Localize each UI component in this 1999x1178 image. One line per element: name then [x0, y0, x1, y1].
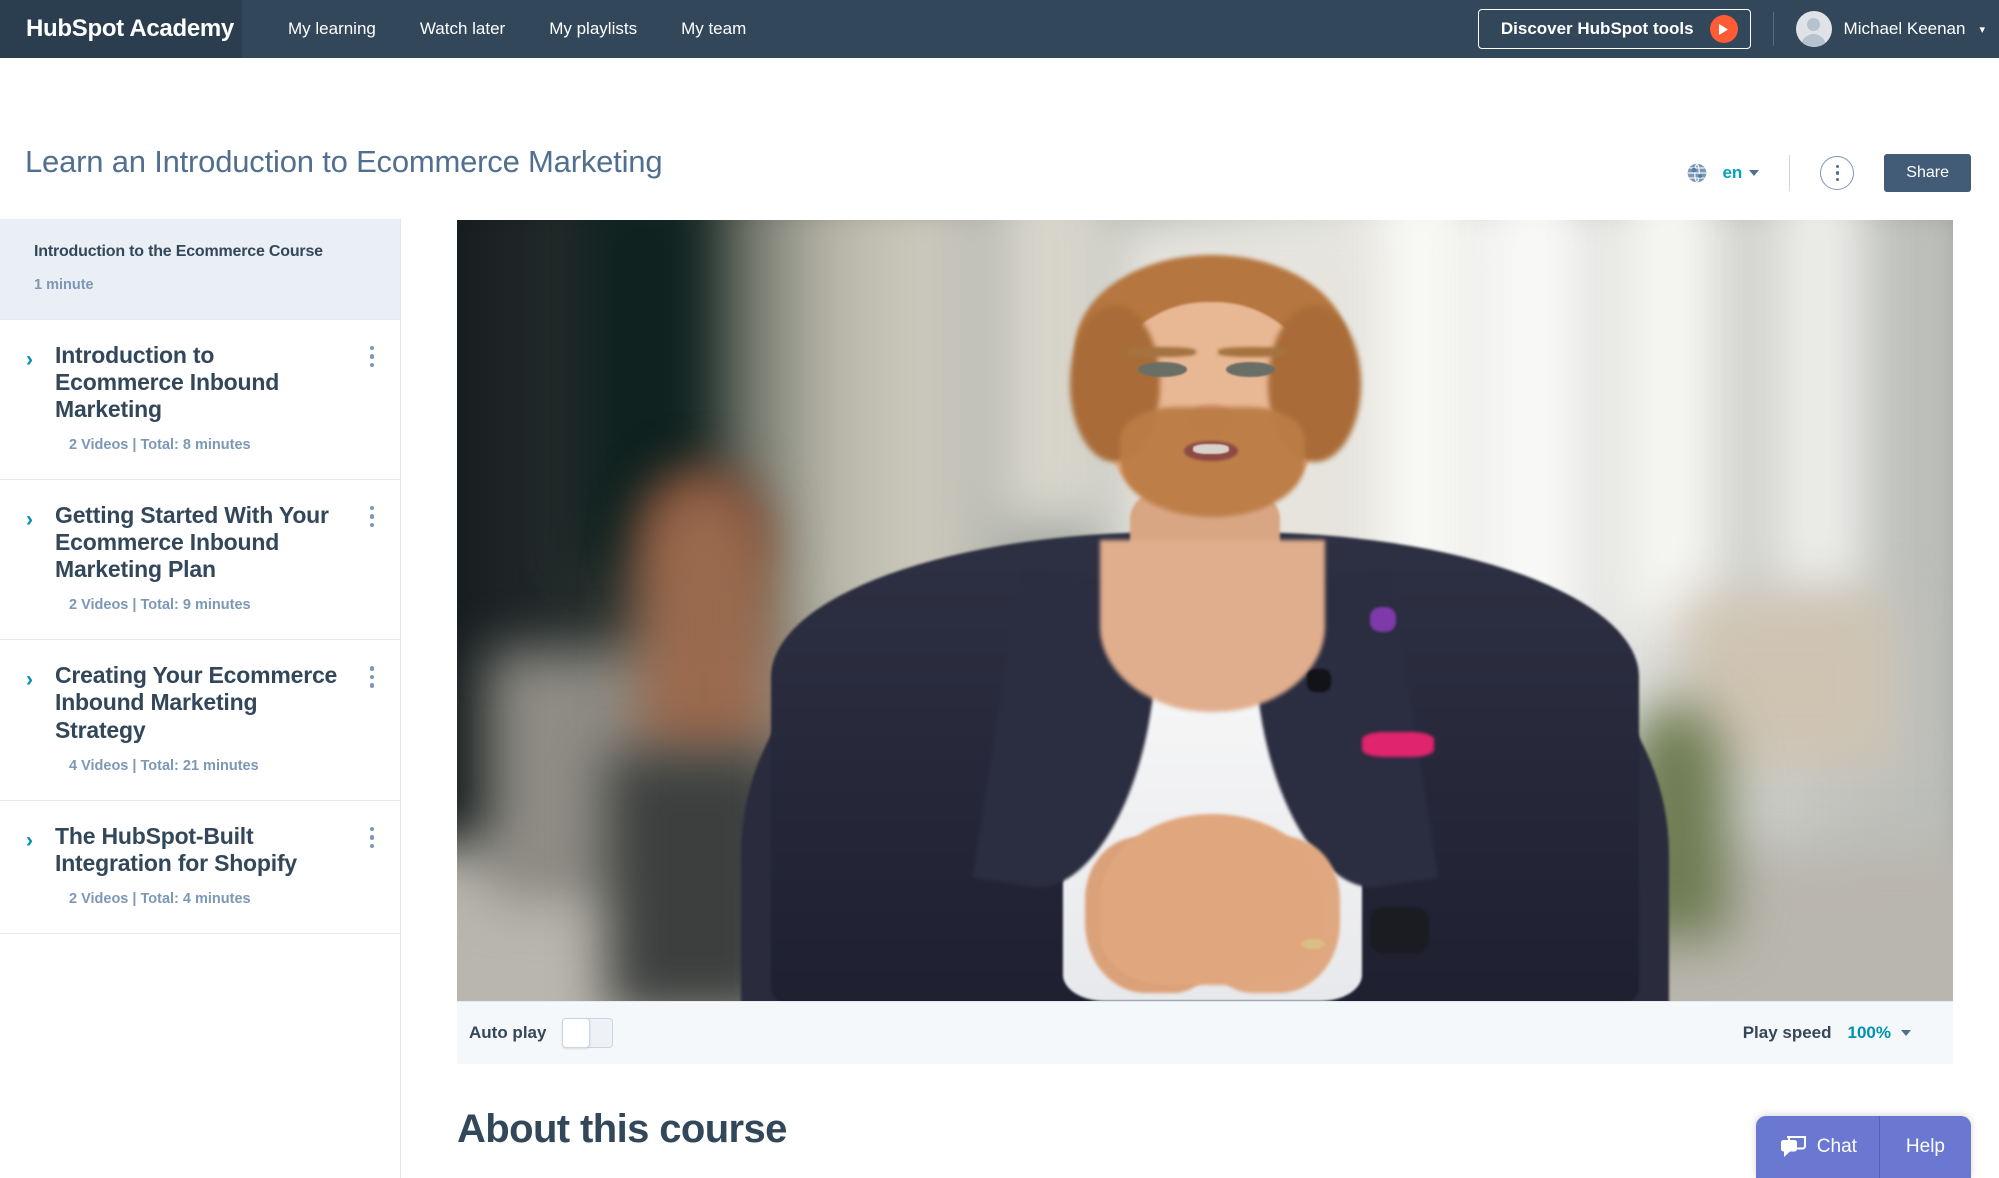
chat-button[interactable]: Chat — [1756, 1116, 1879, 1178]
sidebar-item-getting-started-plan[interactable]: › Getting Started With Your Ecommerce In… — [0, 479, 400, 641]
globe-icon[interactable] — [1686, 162, 1708, 184]
video-frame-image — [457, 220, 1953, 1001]
main-content: Auto play Play speed 100% About this cou… — [402, 219, 1999, 1178]
nav-item-my-playlists[interactable]: My playlists — [527, 0, 659, 58]
play-circle-icon — [1709, 15, 1738, 43]
sidebar-item-title: Creating Your Ecommerce Inbound Marketin… — [55, 662, 338, 743]
sidebar-item-title: The HubSpot-Built Integration for Shopif… — [55, 822, 297, 876]
chevron-down-icon: ▾ — [1979, 23, 1985, 36]
sidebar-item-title: Introduction to the Ecommerce Course — [34, 243, 323, 260]
caret-down-icon[interactable] — [1901, 1030, 1911, 1036]
sidebar-item-hubspot-shopify-integration[interactable]: › The HubSpot-Built Integration for Shop… — [0, 800, 400, 934]
share-button[interactable]: Share — [1884, 154, 1971, 192]
header-divider — [1789, 155, 1791, 191]
user-name-label: Michael Keenan — [1843, 19, 1966, 38]
chevron-right-icon[interactable]: › — [26, 830, 33, 851]
course-lesson-sidebar[interactable]: Introduction to the Ecommerce Course 1 m… — [0, 219, 401, 1178]
presenter-figure — [457, 220, 1953, 1001]
play-speed-label: Play speed — [1742, 1023, 1832, 1042]
language-selector-label[interactable]: en — [1722, 163, 1742, 183]
sidebar-item-meta: 1 minute — [34, 276, 94, 293]
sidebar-item-meta: 2 Videos | Total: 8 minutes — [69, 436, 251, 453]
player-control-bar: Auto play Play speed 100% — [457, 1001, 1953, 1064]
play-speed-control[interactable]: Play speed 100% — [1743, 1023, 1911, 1043]
nav-item-my-learning[interactable]: My learning — [266, 0, 398, 58]
kebab-menu-icon[interactable] — [369, 505, 374, 528]
autoplay-toggle[interactable] — [562, 1018, 614, 1048]
toggle-knob — [562, 1018, 591, 1048]
about-this-course-heading: About this course — [457, 1107, 787, 1151]
nav-right-group: Discover HubSpot tools Michael Keenan ▾ — [1477, 0, 1999, 58]
sidebar-item-title: Getting Started With Your Ecommerce Inbo… — [55, 501, 329, 583]
sidebar-item-intro-ecommerce-course[interactable]: Introduction to the Ecommerce Course 1 m… — [0, 219, 400, 320]
page-title: Learn an Introduction to Ecommerce Marke… — [25, 144, 663, 179]
nav-item-my-team[interactable]: My team — [659, 0, 768, 58]
sidebar-item-intro-ecommerce-inbound-marketing[interactable]: › Introduction to Ecommerce Inbound Mark… — [0, 319, 400, 480]
chat-label: Chat — [1816, 1136, 1857, 1157]
autoplay-control[interactable]: Auto play — [469, 1018, 614, 1048]
user-menu[interactable]: Michael Keenan ▾ — [1795, 11, 1985, 47]
chevron-right-icon[interactable]: › — [26, 509, 33, 530]
kebab-menu-icon[interactable] — [369, 345, 374, 368]
caret-down-icon[interactable] — [1749, 170, 1760, 176]
logo-text: HubSpot Academy — [26, 15, 234, 42]
chevron-right-icon[interactable]: › — [26, 669, 33, 690]
user-avatar-icon — [1795, 11, 1832, 47]
kebab-menu-icon[interactable] — [369, 666, 374, 688]
help-button[interactable]: Help — [1880, 1116, 1971, 1178]
video-player[interactable] — [457, 220, 1953, 1001]
main-nav-links: My learning Watch later My playlists My … — [266, 0, 768, 58]
play-speed-value[interactable]: 100% — [1848, 1023, 1891, 1043]
chevron-right-icon[interactable]: › — [26, 349, 33, 370]
kebab-menu-icon[interactable] — [1820, 156, 1855, 190]
discover-button-label: Discover HubSpot tools — [1500, 19, 1694, 38]
autoplay-label: Auto play — [469, 1023, 547, 1042]
page-header: Learn an Introduction to Ecommerce Marke… — [0, 58, 1999, 220]
kebab-menu-icon[interactable] — [369, 826, 374, 849]
top-navigation-bar: HubSpot Academy My learning Watch later … — [0, 0, 1999, 58]
header-actions: en Share — [1686, 154, 1971, 192]
nav-item-watch-later[interactable]: Watch later — [398, 0, 527, 58]
sidebar-item-meta: 2 Videos | Total: 9 minutes — [69, 597, 251, 614]
sidebar-item-meta: 2 Videos | Total: 4 minutes — [69, 890, 251, 907]
sidebar-item-title: Introduction to Ecommerce Inbound Market… — [55, 341, 280, 422]
chat-help-widget: Chat Help — [1755, 1116, 1971, 1178]
help-label: Help — [1905, 1136, 1945, 1157]
nav-divider — [1772, 12, 1774, 46]
discover-hubspot-tools-button[interactable]: Discover HubSpot tools — [1477, 9, 1751, 49]
sidebar-item-creating-strategy[interactable]: › Creating Your Ecommerce Inbound Market… — [0, 640, 400, 801]
chat-bubble-icon — [1780, 1135, 1809, 1158]
sidebar-item-meta: 4 Videos | Total: 21 minutes — [69, 757, 259, 774]
hubspot-academy-logo[interactable]: HubSpot Academy — [0, 0, 242, 58]
